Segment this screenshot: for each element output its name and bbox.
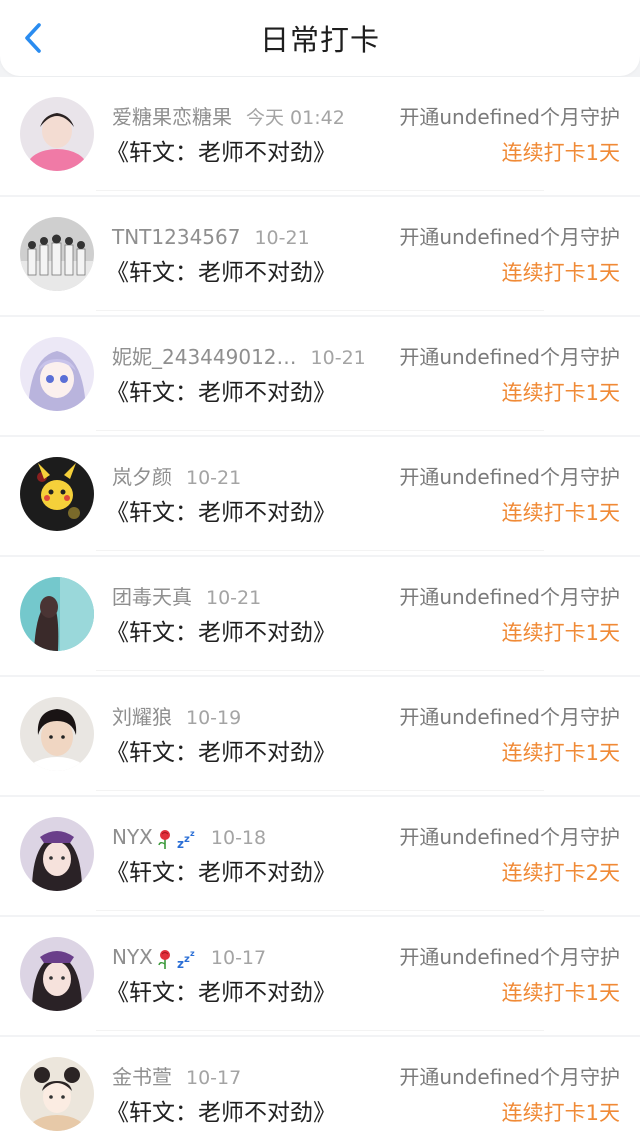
svg-text:z: z	[190, 949, 195, 958]
book-title[interactable]: 《轩文：老师不对劲》	[106, 495, 336, 531]
book-title[interactable]: 《轩文：老师不对劲》	[106, 255, 336, 291]
avatar[interactable]	[20, 457, 94, 531]
streak-count: 连续打卡1天	[501, 501, 620, 525]
user-name[interactable]: 金书萱	[112, 1065, 172, 1089]
check-in-date: 10-17	[210, 947, 267, 969]
streak-count: 连续打卡1天	[501, 621, 620, 645]
guard-subscribe-link[interactable]: 开通undefined个月守护	[399, 461, 620, 493]
check-in-item[interactable]: 岚夕颜 10-21 《轩文：老师不对劲》 开通undefined个月守护 连续打卡…	[0, 437, 640, 555]
check-in-item[interactable]: TNT1234567 10-21 《轩文：老师不对劲》 开通undefined个月…	[0, 197, 640, 315]
record-meta: 金书萱 10-17	[112, 1061, 241, 1093]
check-in-date: 今天 01:42	[246, 107, 345, 129]
record-meta: 刘耀狼 10-19	[112, 701, 241, 733]
streak-count: 连续打卡1天	[501, 981, 620, 1005]
check-in-date: 10-18	[210, 827, 267, 849]
name-icons: zzz	[153, 825, 197, 850]
streak-count: 连续打卡1天	[501, 261, 620, 285]
avatar[interactable]	[20, 217, 94, 291]
avatar[interactable]	[20, 697, 94, 771]
book-title[interactable]: 《轩文：老师不对劲》	[106, 135, 336, 171]
name-icons: zzz	[153, 945, 197, 970]
rose-icon	[155, 948, 175, 970]
user-name[interactable]: NYX	[112, 825, 153, 849]
check-in-item[interactable]: 团毒天真 10-21 《轩文：老师不对劲》 开通undefined个月守护 连续打…	[0, 557, 640, 675]
avatar[interactable]	[20, 1057, 94, 1131]
sleep-zzz-icon: zzz	[177, 948, 197, 970]
sleep-zzz-icon: zzz	[177, 828, 197, 850]
check-in-item[interactable]: 金书萱 10-17 《轩文：老师不对劲》 开通undefined个月守护 连续打卡…	[0, 1037, 640, 1143]
guard-subscribe-link[interactable]: 开通undefined个月守护	[399, 101, 620, 133]
check-in-date: 10-19	[186, 707, 242, 729]
user-name[interactable]: TNT1234567	[112, 225, 240, 249]
check-in-item[interactable]: NYX z z z 10-17 《轩文：老师不对劲》 开通undefined个月守护 连…	[0, 917, 640, 1035]
book-title[interactable]: 《轩文：老师不对劲》	[106, 375, 336, 411]
user-name[interactable]: 爱糖果恋糖果	[112, 105, 232, 129]
guard-subscribe-link[interactable]: 开通undefined个月守护	[399, 1061, 620, 1093]
check-in-item[interactable]: NYX z z z 10-18 《轩文：老师不对劲》 开通undefined个月守护 连…	[0, 797, 640, 915]
streak-count: 连续打卡1天	[501, 741, 620, 765]
page-title: 日常打卡	[259, 23, 380, 57]
record-meta: 妮妮_243449012… 10-21	[112, 341, 366, 373]
check-in-item[interactable]: 爱糖果恋糖果 今天 01:42 《轩文：老师不对劲》 开通undefined个月守…	[0, 77, 640, 195]
user-name[interactable]: 刘耀狼	[112, 705, 172, 729]
record-meta: 岚夕颜 10-21	[112, 461, 241, 493]
avatar[interactable]	[20, 97, 94, 171]
guard-subscribe-link[interactable]: 开通undefined个月守护	[399, 821, 620, 853]
check-in-page: 日常打卡 爱糖果恋糖果 今天 01:42 《轩文：老师不对劲》 开通undefin…	[0, 0, 640, 1143]
user-name[interactable]: 妮妮_243449012…	[112, 345, 297, 369]
record-meta: TNT1234567 10-21	[112, 221, 310, 253]
guard-subscribe-link[interactable]: 开通undefined个月守护	[399, 581, 620, 613]
record-meta: NYX z z z 10-18	[112, 821, 266, 853]
book-title[interactable]: 《轩文：老师不对劲》	[106, 615, 336, 651]
svg-text:z: z	[177, 837, 184, 850]
svg-text:z: z	[190, 829, 195, 838]
check-in-date: 10-21	[206, 587, 262, 609]
check-in-date: 10-21	[186, 467, 242, 489]
guard-subscribe-link[interactable]: 开通undefined个月守护	[399, 941, 620, 973]
svg-text:z: z	[177, 957, 184, 970]
avatar[interactable]	[20, 577, 94, 651]
user-name[interactable]: 岚夕颜	[112, 465, 172, 489]
avatar[interactable]	[20, 337, 94, 411]
book-title[interactable]: 《轩文：老师不对劲》	[106, 975, 336, 1011]
check-in-date: 10-21	[254, 227, 310, 249]
streak-count: 连续打卡1天	[501, 381, 620, 405]
book-title[interactable]: 《轩文：老师不对劲》	[106, 1095, 336, 1131]
check-in-item[interactable]: 刘耀狼 10-19 《轩文：老师不对劲》 开通undefined个月守护 连续打卡…	[0, 677, 640, 795]
check-in-list: 爱糖果恋糖果 今天 01:42 《轩文：老师不对劲》 开通undefined个月守…	[0, 77, 640, 1143]
check-in-date: 10-17	[186, 1067, 242, 1089]
record-meta: NYX z z z 10-17	[112, 941, 266, 973]
check-in-item[interactable]: 妮妮_243449012… 10-21 《轩文：老师不对劲》 开通undefine…	[0, 317, 640, 435]
book-title[interactable]: 《轩文：老师不对劲》	[106, 855, 336, 891]
streak-count: 连续打卡1天	[501, 1101, 620, 1125]
rose-icon	[155, 828, 175, 850]
streak-count: 连续打卡2天	[501, 861, 620, 885]
check-in-date: 10-21	[310, 347, 366, 369]
guard-subscribe-link[interactable]: 开通undefined个月守护	[399, 221, 620, 253]
avatar[interactable]	[20, 937, 94, 1011]
record-meta: 团毒天真 10-21	[112, 581, 261, 613]
record-meta: 爱糖果恋糖果 今天 01:42	[112, 101, 345, 133]
top-bar: 日常打卡	[0, 0, 640, 76]
book-title[interactable]: 《轩文：老师不对劲》	[106, 735, 336, 771]
avatar[interactable]	[20, 817, 94, 891]
guard-subscribe-link[interactable]: 开通undefined个月守护	[399, 701, 620, 733]
user-name[interactable]: 团毒天真	[112, 585, 192, 609]
user-name[interactable]: NYX	[112, 945, 153, 969]
streak-count: 连续打卡1天	[501, 141, 620, 165]
guard-subscribe-link[interactable]: 开通undefined个月守护	[399, 341, 620, 373]
